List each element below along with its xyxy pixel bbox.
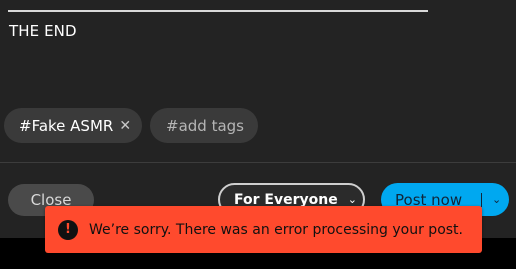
add-tags-placeholder: #add tags [166, 116, 244, 135]
chevron-down-icon: ⌄ [347, 193, 357, 206]
text-divider-line [8, 10, 428, 12]
post-editor-panel: THE END #Fake ASMR ✕ #add tags Close For… [0, 0, 516, 238]
error-toast: ! We’re sorry. There was an error proces… [45, 206, 482, 253]
chevron-down-icon[interactable]: ⌄ [492, 193, 501, 206]
tag-chip-fake-asmr[interactable]: #Fake ASMR ✕ [4, 108, 142, 143]
footer-divider [0, 162, 516, 163]
add-tags-input[interactable]: #add tags [150, 108, 258, 143]
tag-label: #Fake ASMR [19, 116, 114, 135]
button-separator [481, 192, 482, 207]
alert-icon: ! [58, 219, 78, 240]
post-body-text[interactable]: THE END [9, 22, 77, 40]
error-message: We’re sorry. There was an error processi… [89, 221, 463, 238]
close-x-icon[interactable]: ✕ [119, 118, 131, 134]
